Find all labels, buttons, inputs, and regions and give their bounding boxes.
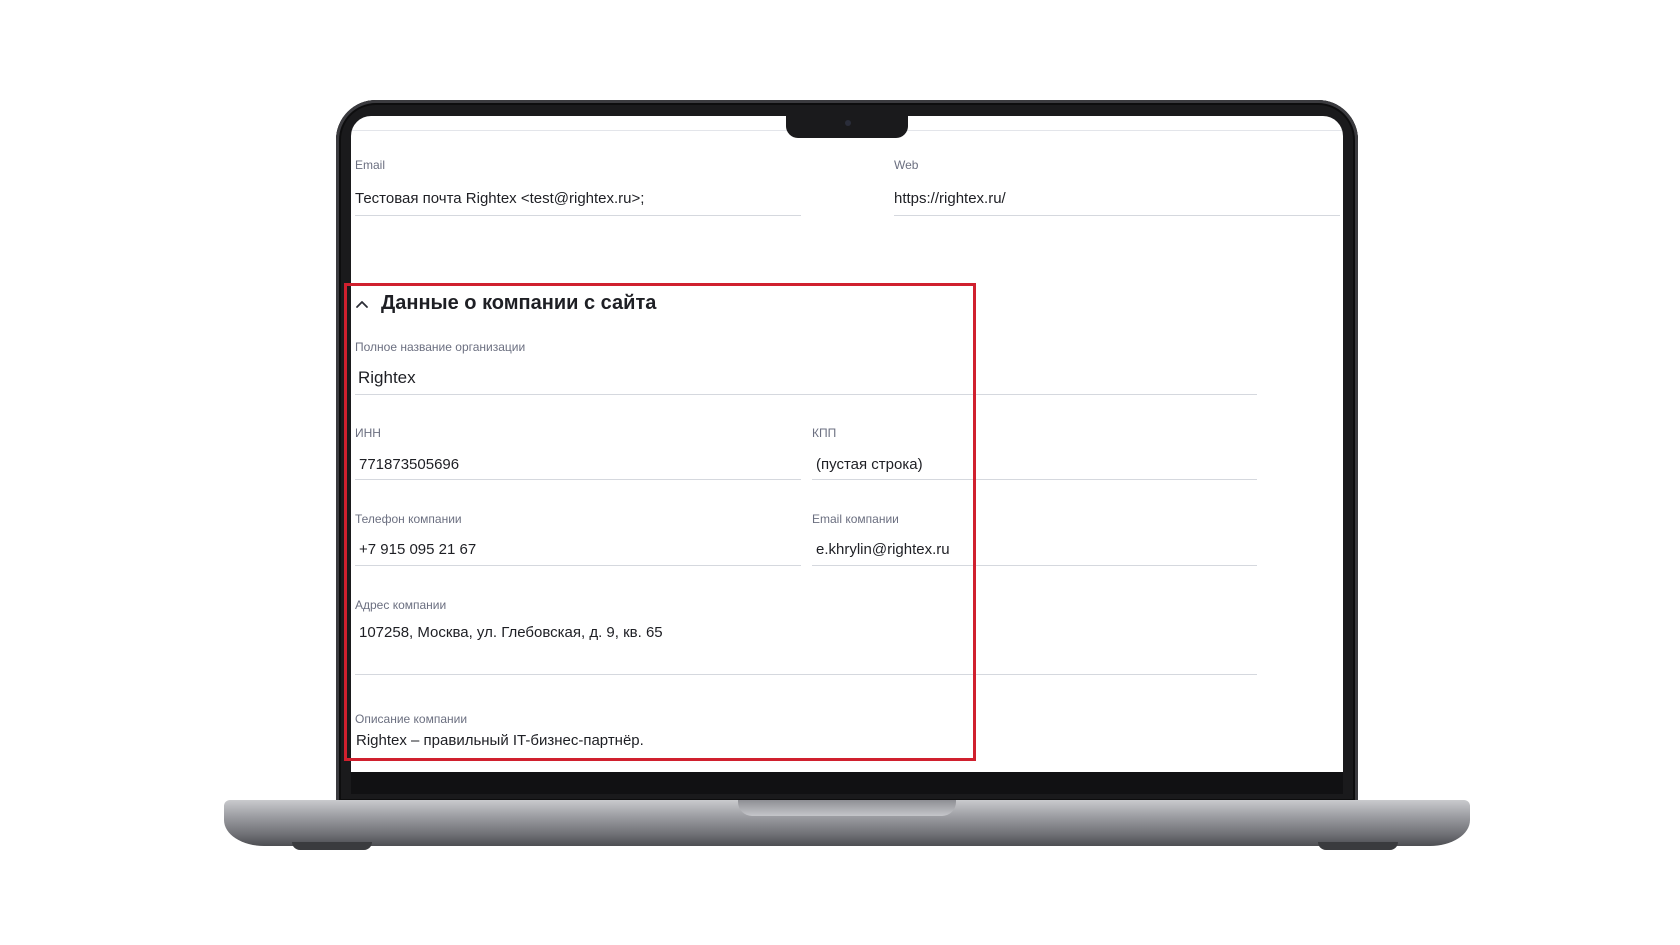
phone-field[interactable]: Телефон компании +7 915 095 21 67	[355, 512, 801, 566]
description-value: Rightex – правильный IT-бизнес-партнёр.	[356, 732, 644, 749]
inn-field[interactable]: ИНН 771873505696	[355, 426, 801, 480]
inn-value: 771873505696	[359, 456, 460, 473]
section-title: Данные о компании с сайта	[381, 292, 657, 314]
company-email-underline	[812, 565, 1257, 566]
address-label: Адрес компании	[355, 598, 447, 612]
web-label: Web	[894, 158, 919, 172]
company-email-field[interactable]: Email компании e.khrylin@rightex.ru	[812, 512, 1258, 566]
chevron-up-icon[interactable]	[355, 297, 369, 311]
phone-underline	[355, 565, 801, 566]
web-value: https://rightex.ru/	[894, 190, 1006, 207]
email-label: Email	[355, 158, 386, 172]
address-value: 107258, Москва, ул. Глебовская, д. 9, кв…	[359, 624, 663, 641]
address-underline	[355, 674, 1257, 675]
laptop-screen: Email Тестовая почта Rightex <test@right…	[351, 116, 1343, 772]
company-email-value: e.khrylin@rightex.ru	[816, 541, 950, 558]
address-field[interactable]: Адрес компании 107258, Москва, ул. Глебо…	[355, 598, 1257, 678]
screen-bottom-bezel	[351, 772, 1343, 794]
email-field[interactable]: Email Тестовая почта Rightex <test@right…	[355, 158, 801, 218]
inn-label: ИНН	[355, 426, 381, 440]
company-email-label: Email компании	[812, 512, 899, 526]
laptop-mockup: Email Тестовая почта Rightex <test@right…	[0, 0, 1680, 945]
full-name-field[interactable]: Полное название организации Rightex	[355, 340, 1257, 395]
inn-underline	[355, 479, 801, 480]
full-name-value: Rightex	[358, 368, 416, 387]
phone-label: Телефон компании	[355, 512, 462, 526]
full-name-label: Полное название организации	[355, 340, 526, 354]
phone-value: +7 915 095 21 67	[359, 541, 477, 558]
web-underline	[894, 215, 1340, 216]
section-header-company-data[interactable]: Данные о компании с сайта	[355, 292, 656, 315]
email-underline	[355, 215, 801, 216]
kpp-underline	[812, 479, 1257, 480]
full-name-underline	[355, 394, 1257, 395]
kpp-field[interactable]: КПП (пустая строка)	[812, 426, 1258, 480]
web-field[interactable]: Web https://rightex.ru/	[894, 158, 1340, 218]
kpp-value: (пустая строка)	[816, 456, 923, 473]
description-field[interactable]: Описание компании Rightex – правильный I…	[355, 712, 1257, 764]
kpp-label: КПП	[812, 426, 837, 440]
description-label: Описание компании	[355, 712, 468, 726]
camera-icon	[845, 120, 851, 126]
laptop-base-notch	[738, 800, 956, 816]
email-value: Тестовая почта Rightex <test@rightex.ru>…	[355, 190, 645, 207]
laptop-foot-right	[1318, 842, 1398, 850]
laptop-foot-left	[292, 842, 372, 850]
